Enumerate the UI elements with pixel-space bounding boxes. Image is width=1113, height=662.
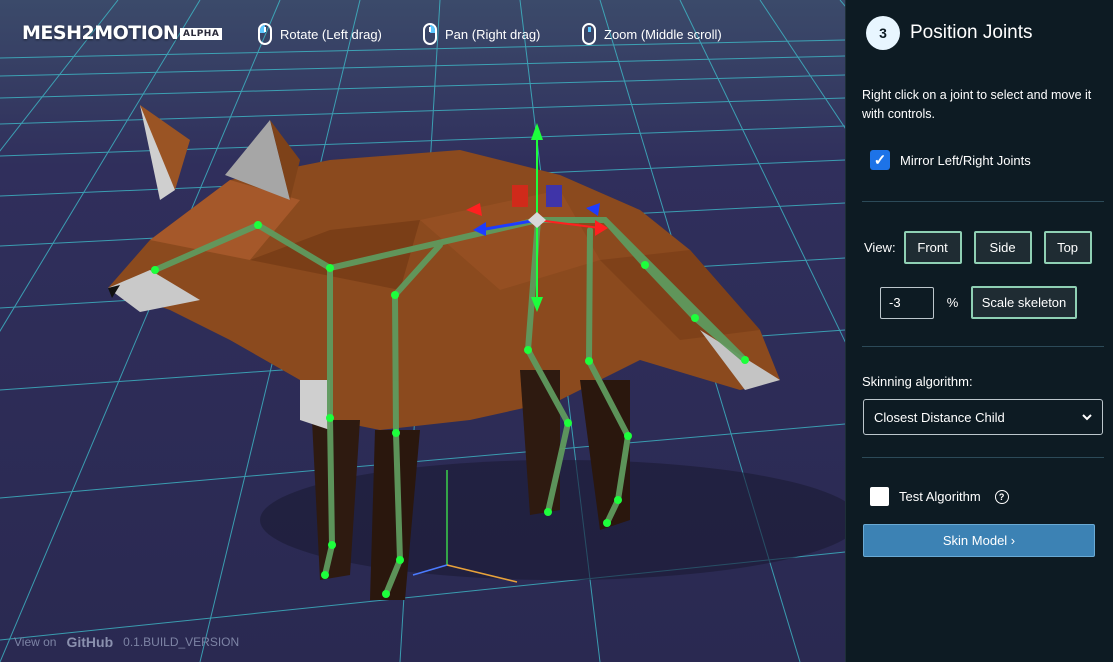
mirror-joints-row[interactable]: ✓ Mirror Left/Right Joints xyxy=(870,150,1031,170)
scale-percent-input[interactable]: -3 xyxy=(880,286,934,319)
mouse-right-icon xyxy=(423,23,437,45)
hint-zoom-label: Zoom (Middle scroll) xyxy=(604,26,722,42)
help-icon[interactable]: ? xyxy=(994,489,1009,504)
github-link[interactable]: GitHub xyxy=(66,634,113,650)
app-logo: MESH2MOTION xyxy=(22,22,179,44)
top-bar: MESH2MOTION ALPHA Rotate (Left drag) Pan… xyxy=(0,0,845,70)
chevron-down-icon xyxy=(1082,413,1092,420)
hint-zoom: Zoom (Middle scroll) xyxy=(582,23,722,45)
step-header: 3 Position Joints xyxy=(866,16,1033,50)
scene-canvas[interactable] xyxy=(0,0,845,662)
percent-label: % xyxy=(946,295,959,310)
instructions-text: Right click on a joint to select and mov… xyxy=(862,88,1092,121)
view-front-button[interactable]: Front xyxy=(903,231,962,264)
test-algorithm-label: Test Algorithm xyxy=(899,489,981,504)
view-row: View: Front Side Top xyxy=(864,231,1092,264)
mirror-joints-label: Mirror Left/Right Joints xyxy=(900,152,1031,168)
footer: View on GitHub 0.1.BUILD_VERSION xyxy=(14,634,239,650)
view-on-text: View on xyxy=(14,635,57,649)
step-title: Position Joints xyxy=(910,22,1033,43)
version-text: 0.1.BUILD_VERSION xyxy=(123,635,240,649)
divider xyxy=(862,346,1104,347)
step-number-badge: 3 xyxy=(866,16,900,50)
tools-panel: 3 Position Joints Right click on a joint… xyxy=(845,0,1113,662)
scale-row: -3 % Scale skeleton xyxy=(880,286,1077,319)
skinning-label: Skinning algorithm: xyxy=(862,374,973,389)
hint-pan-label: Pan (Right drag) xyxy=(445,26,541,42)
test-algorithm-row[interactable]: Test Algorithm ? xyxy=(870,487,1009,506)
hint-pan: Pan (Right drag) xyxy=(423,23,540,45)
mouse-middle-icon xyxy=(582,23,596,45)
divider xyxy=(862,201,1104,202)
hint-rotate: Rotate (Left drag) xyxy=(258,23,382,45)
skinning-selected-value: Closest Distance Child xyxy=(874,409,1005,425)
skinning-algorithm-select[interactable]: Closest Distance Child xyxy=(863,399,1103,435)
view-side-button[interactable]: Side xyxy=(973,231,1032,264)
skin-model-button[interactable]: Skin Model › xyxy=(863,524,1095,557)
mirror-joints-checkbox[interactable]: ✓ xyxy=(870,150,890,170)
alpha-badge: ALPHA xyxy=(180,28,223,40)
test-algorithm-checkbox[interactable] xyxy=(870,487,889,506)
mouse-left-icon xyxy=(258,23,272,45)
view-label: View: xyxy=(864,240,896,255)
view-top-button[interactable]: Top xyxy=(1043,231,1092,264)
hint-rotate-label: Rotate (Left drag) xyxy=(280,26,382,42)
3d-viewport[interactable]: MESH2MOTION ALPHA Rotate (Left drag) Pan… xyxy=(0,0,845,662)
scale-skeleton-button[interactable]: Scale skeleton xyxy=(971,286,1077,319)
divider xyxy=(862,457,1104,458)
